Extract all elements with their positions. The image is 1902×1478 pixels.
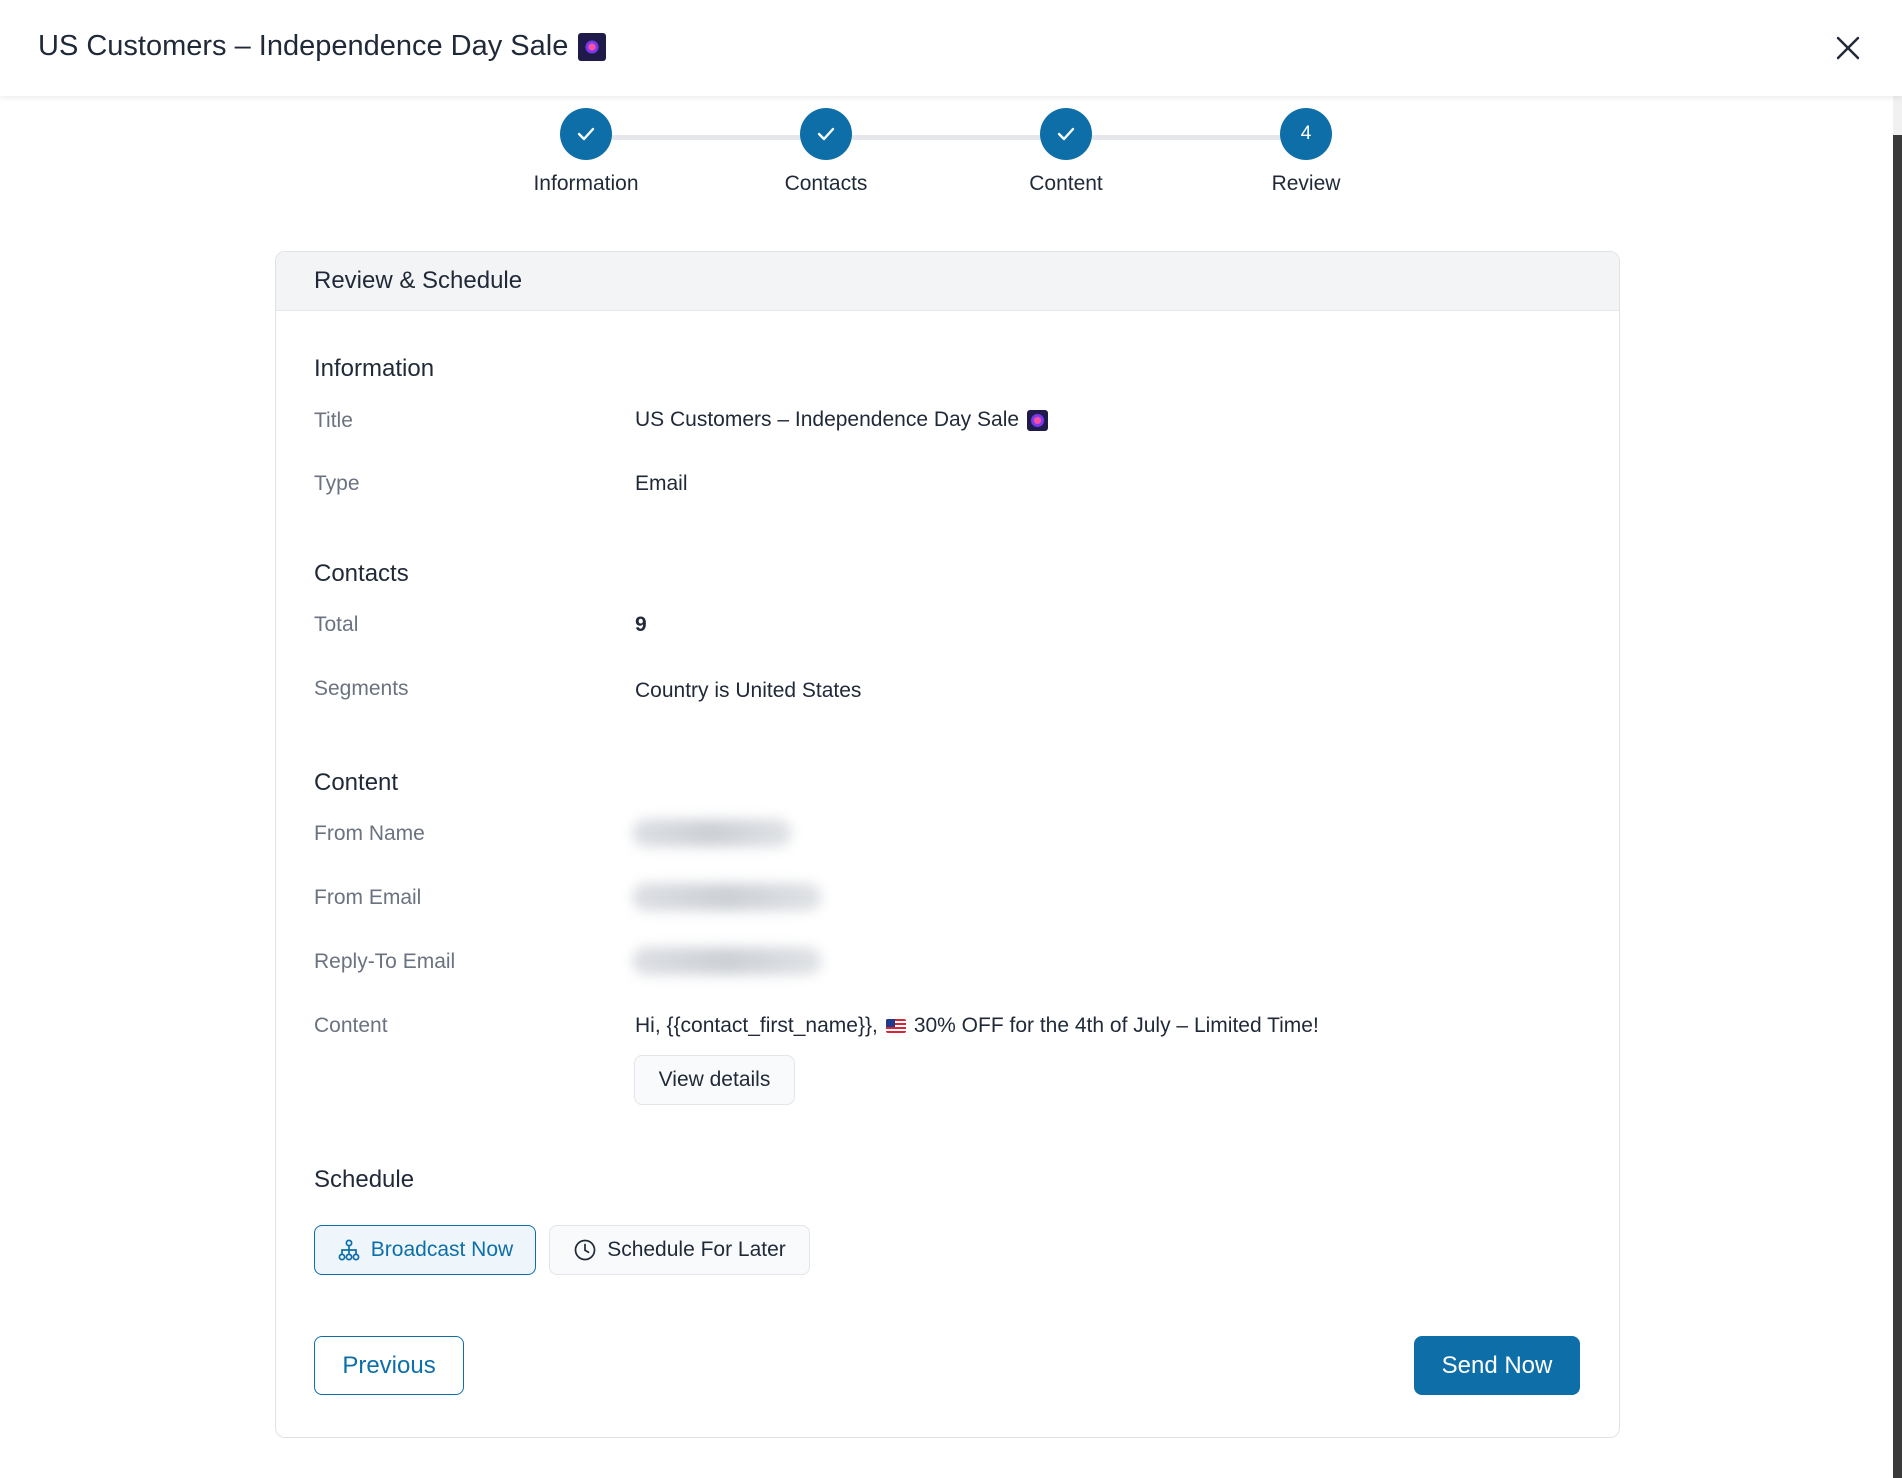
broadcast-now-button[interactable]: Broadcast Now [314,1225,536,1275]
step-content[interactable]: Content [976,108,1156,196]
step-review[interactable]: 4 Review [1216,108,1396,196]
progress-stepper: Information Contacts Content 4 Review [0,108,1902,198]
modal-title: US Customers – Independence Day Sale [38,30,607,63]
schedule-later-button[interactable]: Schedule For Later [549,1225,810,1275]
total-label: Total [314,613,359,636]
previous-button[interactable]: Previous [314,1336,464,1395]
segments-label: Segments [314,677,409,700]
check-icon [577,127,595,141]
firework-icon [1027,409,1049,431]
step-complete-marker [560,108,612,160]
firework-icon [578,32,607,61]
title-value: US Customers – Independence Day Sale [635,408,1049,432]
content-preview-greeting: Hi, {{contact_first_name}}, [635,1014,878,1037]
card-header: Review & Schedule [276,252,1619,311]
step-label: Content [1029,172,1103,195]
redacted-from-email [632,883,822,911]
content-preview-subject: 30% OFF for the 4th of July – Limited Ti… [913,1014,1319,1037]
step-label: Information [533,172,639,195]
type-label: Type [314,472,360,495]
modal-title-text: US Customers – Independence Day Sale [38,30,569,62]
step-contacts[interactable]: Contacts [736,108,916,196]
scrollbar-thumb[interactable] [1893,135,1902,1478]
us-flag-icon [885,1019,906,1033]
sitemap-icon [338,1239,360,1261]
check-icon [1057,127,1075,141]
from-email-label: From Email [314,886,422,909]
step-information[interactable]: Information [496,108,676,196]
step-complete-marker [800,108,852,160]
redacted-from-name [632,819,792,847]
clock-icon [574,1239,596,1261]
schedule-heading: Schedule [314,1166,415,1193]
type-value: Email [635,472,688,495]
close-button[interactable] [1830,30,1866,66]
step-label: Contacts [784,172,868,195]
total-value: 9 [635,613,647,636]
modal-header: US Customers – Independence Day Sale [0,0,1902,96]
step-label: Review [1271,172,1341,195]
reply-to-label: Reply-To Email [314,950,456,973]
view-details-button[interactable]: View details [634,1055,795,1105]
check-icon [817,127,835,141]
send-now-button[interactable]: Send Now [1414,1336,1580,1395]
segments-value: Country is United States [635,679,862,702]
step-complete-marker [1040,108,1092,160]
title-value-text: US Customers – Independence Day Sale [635,408,1020,431]
review-card: Review & Schedule Information Title US C… [275,251,1620,1438]
content-label: Content [314,1014,388,1037]
information-heading: Information [314,355,435,382]
redacted-reply-to-email [632,947,822,975]
close-icon [1836,36,1860,60]
content-preview: Hi, {{contact_first_name}}, 30% OFF for … [635,1014,1319,1038]
from-name-label: From Name [314,822,425,845]
content-heading: Content [314,769,399,796]
contacts-heading: Contacts [314,560,409,587]
title-label: Title [314,409,353,432]
schedule-later-label: Schedule For Later [607,1238,786,1261]
step-number: 4 [1280,108,1332,160]
broadcast-now-label: Broadcast Now [370,1238,514,1261]
